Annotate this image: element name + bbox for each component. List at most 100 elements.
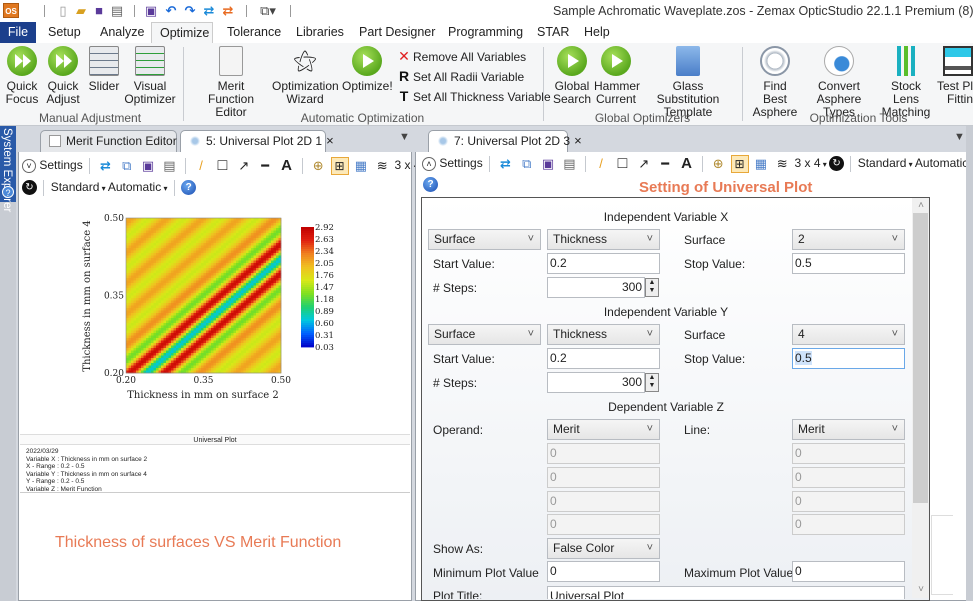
window-menu-icon[interactable]: ▼ bbox=[399, 131, 410, 143]
tab-universal-plot-2d-3[interactable]: 7: Universal Plot 2D 3 × bbox=[428, 130, 582, 152]
operand-param-2[interactable]: 0 bbox=[547, 467, 660, 488]
line-icon[interactable]: ━ bbox=[658, 153, 672, 175]
menu-tab-setup[interactable]: Setup bbox=[40, 22, 89, 43]
reload-icon[interactable]: ⇄ bbox=[220, 3, 236, 19]
save-icon[interactable]: ▣ bbox=[541, 153, 555, 175]
reset-icon[interactable]: ↻ bbox=[22, 180, 37, 196]
save-icon[interactable]: ■ bbox=[91, 3, 107, 19]
convert-asphere-types-button[interactable]: Convert Asphere Types bbox=[802, 46, 876, 119]
optimize-button[interactable]: Optimize! bbox=[342, 46, 393, 93]
help-icon[interactable]: ? bbox=[181, 180, 197, 196]
window-menu-icon[interactable]: ▼ bbox=[954, 131, 965, 143]
update-icon[interactable]: ⇄ bbox=[498, 153, 512, 175]
optimization-wizard-button[interactable]: ⚝ Optimization Wizard bbox=[272, 46, 339, 106]
menu-tab-help[interactable]: Help bbox=[576, 22, 618, 43]
x-stop-value-input[interactable]: 0.5 bbox=[792, 253, 905, 274]
visual-optimizer-button[interactable]: Visual Optimizer bbox=[124, 46, 176, 106]
print-icon[interactable]: ▤ bbox=[109, 3, 125, 19]
expand-settings-icon[interactable]: ˅ bbox=[22, 158, 36, 173]
automatic-dropdown[interactable]: Automatic bbox=[108, 180, 161, 194]
copy-icon[interactable]: ⧉ bbox=[120, 155, 134, 177]
line-dropdown[interactable]: Merit bbox=[792, 419, 905, 440]
save-icon[interactable]: ▣ bbox=[141, 155, 155, 177]
layers-icon[interactable]: ≋ bbox=[775, 153, 789, 175]
menu-tab-tolerance[interactable]: Tolerance bbox=[219, 22, 289, 43]
print-icon[interactable]: ▤ bbox=[562, 153, 576, 175]
help-icon[interactable]: ? bbox=[423, 177, 438, 193]
text-icon[interactable]: A bbox=[279, 155, 293, 177]
y-stop-value-input[interactable]: 0.5 bbox=[792, 348, 905, 369]
test-plate-fitting-button[interactable]: Test Pla Fitting bbox=[937, 46, 973, 106]
open-icon[interactable]: ▰ bbox=[73, 3, 89, 19]
stock-lens-matching-button[interactable]: Stock Lens Matching bbox=[878, 46, 934, 119]
slider-button[interactable]: Slider bbox=[86, 46, 122, 93]
global-search-button[interactable]: Global Search bbox=[552, 46, 592, 106]
menu-tab-file[interactable]: File bbox=[0, 22, 36, 43]
y-steps-spinner[interactable]: ▲ ▼ bbox=[645, 373, 659, 392]
fit-window-icon[interactable]: ⊞ bbox=[330, 156, 349, 175]
x-start-value-input[interactable]: 0.2 bbox=[547, 253, 660, 274]
x-surface-dropdown[interactable]: 2 bbox=[792, 229, 905, 250]
arrow-icon[interactable]: ↗ bbox=[637, 153, 651, 175]
operand-param-1[interactable]: 0 bbox=[547, 443, 660, 464]
undo-icon[interactable]: ↶ bbox=[163, 3, 179, 19]
settings-button[interactable]: Settings bbox=[439, 156, 482, 170]
y-type-dropdown[interactable]: Surface bbox=[428, 324, 541, 345]
line-param-1[interactable]: 0 bbox=[792, 443, 905, 464]
line-icon[interactable]: ━ bbox=[258, 155, 272, 177]
scroll-down-icon[interactable]: ˅ bbox=[915, 584, 927, 595]
operand-dropdown[interactable]: Merit bbox=[547, 419, 660, 440]
rectangle-icon[interactable]: □ bbox=[215, 155, 229, 177]
arrow-icon[interactable]: ↗ bbox=[237, 155, 251, 177]
x-type-dropdown[interactable]: Surface bbox=[428, 229, 541, 250]
set-all-thickness-variable-button[interactable]: T Set All Thickness Variable bbox=[397, 87, 551, 105]
x-steps-input[interactable]: 300 bbox=[547, 277, 645, 298]
menu-tab-programming[interactable]: Programming bbox=[440, 22, 531, 43]
merit-function-editor-button[interactable]: Merit Function Editor bbox=[192, 46, 270, 119]
text-icon[interactable]: A bbox=[679, 153, 693, 175]
update-icon[interactable]: ⇄ bbox=[98, 155, 112, 177]
show-as-dropdown[interactable]: False Color bbox=[547, 538, 660, 559]
copy-icon[interactable]: ⧉ bbox=[520, 153, 534, 175]
settings-button[interactable]: Settings bbox=[39, 158, 82, 172]
layers-icon[interactable]: ≋ bbox=[375, 155, 389, 177]
system-explorer-label[interactable]: System Explorer bbox=[1, 128, 13, 212]
print-icon[interactable]: ▤ bbox=[162, 155, 176, 177]
windows-icon[interactable]: ▦ bbox=[754, 153, 768, 175]
find-best-asphere-button[interactable]: Find Best Asphere bbox=[750, 46, 800, 119]
close-icon[interactable]: × bbox=[574, 133, 582, 148]
scroll-up-icon[interactable]: ˄ bbox=[915, 200, 927, 211]
help-icon[interactable]: ? bbox=[2, 186, 14, 198]
tab-universal-plot-2d-1[interactable]: 5: Universal Plot 2D 1 × bbox=[180, 130, 334, 152]
new-icon[interactable]: ▯ bbox=[55, 3, 71, 19]
line-param-4[interactable]: 0 bbox=[792, 514, 905, 535]
operand-param-3[interactable]: 0 bbox=[547, 491, 660, 512]
x-parameter-dropdown[interactable]: Thickness bbox=[547, 229, 660, 250]
grid-layout-dropdown[interactable]: 3 x 4 bbox=[795, 156, 821, 170]
line-param-2[interactable]: 0 bbox=[792, 467, 905, 488]
plot-title-input[interactable]: Universal Plot bbox=[547, 586, 905, 599]
rectangle-icon[interactable]: □ bbox=[615, 153, 629, 175]
automatic-dropdown[interactable]: Automatic bbox=[915, 156, 968, 170]
line-param-3[interactable]: 0 bbox=[792, 491, 905, 512]
min-plot-value-input[interactable]: 0 bbox=[547, 561, 660, 582]
operand-param-4[interactable]: 0 bbox=[547, 514, 660, 535]
window-layout-icon[interactable]: ⧉▾ bbox=[256, 3, 280, 19]
fit-window-icon[interactable]: ⊞ bbox=[730, 154, 749, 173]
quick-adjust-button[interactable]: Quick Adjust bbox=[44, 46, 82, 106]
menu-tab-analyze[interactable]: Analyze bbox=[92, 22, 152, 43]
lock-icon[interactable]: ⊕ bbox=[311, 155, 325, 177]
set-all-radii-variable-button[interactable]: R Set All Radii Variable bbox=[397, 67, 524, 85]
y-parameter-dropdown[interactable]: Thickness bbox=[547, 324, 660, 345]
quick-focus-button[interactable]: Quick Focus bbox=[4, 46, 40, 106]
y-steps-input[interactable]: 300 bbox=[547, 372, 645, 393]
x-steps-spinner[interactable]: ▲ ▼ bbox=[645, 278, 659, 297]
lock-icon[interactable]: ⊕ bbox=[711, 153, 725, 175]
max-plot-value-input[interactable]: 0 bbox=[792, 561, 905, 582]
close-icon[interactable]: × bbox=[326, 133, 334, 148]
menu-tab-star[interactable]: STAR bbox=[529, 22, 577, 43]
hammer-current-button[interactable]: Hammer Current bbox=[594, 46, 640, 106]
y-surface-dropdown[interactable]: 4 bbox=[792, 324, 905, 345]
menu-tab-part-designer[interactable]: Part Designer bbox=[351, 22, 443, 43]
pencil-icon[interactable]: / bbox=[194, 155, 208, 177]
